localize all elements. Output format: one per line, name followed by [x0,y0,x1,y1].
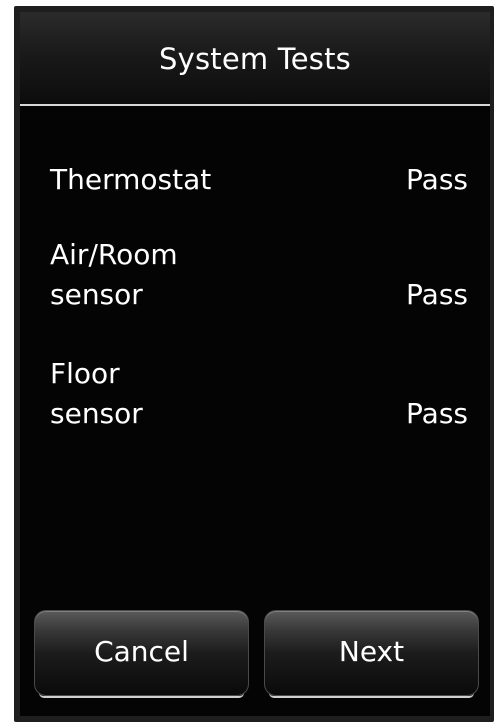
next-button[interactable]: Next [264,610,479,698]
device-frame: System Tests Thermostat Pass Air/Room se… [0,0,496,726]
cancel-button[interactable]: Cancel [34,610,249,698]
test-status: Pass [406,163,468,196]
test-label-line: Thermostat [50,163,212,196]
test-status: Pass [406,278,468,311]
test-row-thermostat: Thermostat Pass [20,160,490,204]
test-label-line: sensor [50,278,143,311]
screen: System Tests Thermostat Pass Air/Room se… [20,12,490,716]
test-label-line: Air/Room [50,238,178,271]
test-row-air-room-sensor: Air/Room sensor Pass [20,235,490,319]
page-title: System Tests [159,42,351,76]
test-label: Air/Room sensor [50,235,178,315]
title-divider [20,104,490,106]
test-label: Floor sensor [50,354,143,434]
test-label-line: Floor [50,357,120,390]
test-label-line: sensor [50,397,143,430]
title-bar: System Tests [20,12,490,104]
test-row-floor-sensor: Floor sensor Pass [20,354,490,438]
test-status: Pass [406,397,468,430]
test-label: Thermostat [50,160,211,200]
